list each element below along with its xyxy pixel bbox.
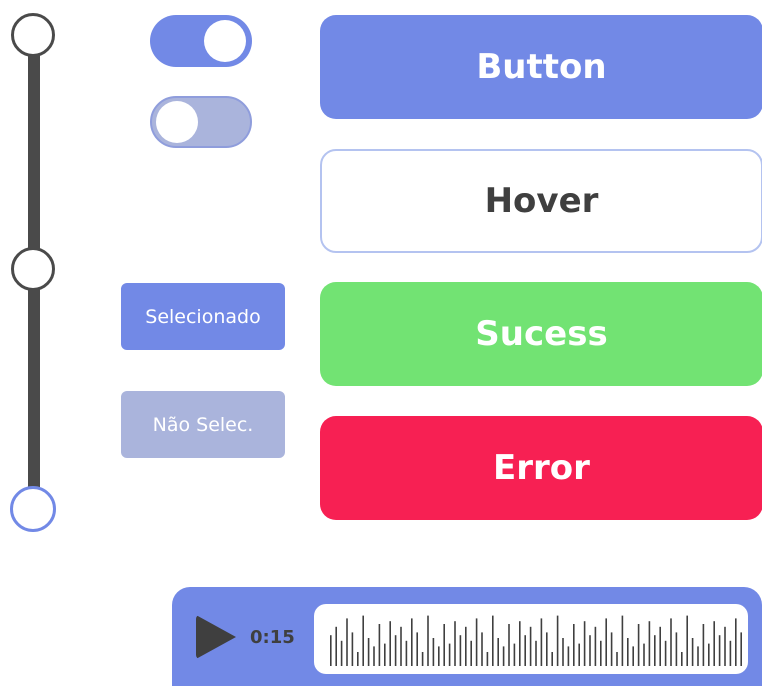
waveform-bar — [675, 632, 678, 666]
waveform-bars — [330, 615, 742, 666]
waveform-bar — [594, 626, 597, 666]
waveform-bar — [600, 640, 602, 666]
waveform-bar — [432, 638, 435, 666]
waveform-bar — [713, 621, 715, 666]
waveform-bar — [330, 635, 332, 666]
waveform-bar — [524, 635, 526, 666]
waveform-bar — [421, 652, 424, 666]
waveform-bar — [492, 615, 494, 666]
waveform-bar — [502, 646, 505, 666]
waveform-bar — [546, 632, 548, 666]
toggle-off[interactable] — [150, 96, 252, 148]
waveform-bar — [486, 652, 489, 666]
waveform-bar — [589, 635, 591, 666]
toggle-thumb — [204, 20, 246, 62]
waveform-bar — [562, 638, 564, 666]
success-button[interactable]: Sucess — [320, 282, 762, 386]
waveform-bar — [416, 632, 418, 666]
toggle-thumb — [156, 101, 198, 143]
waveform-bar — [459, 635, 462, 666]
waveform-bar — [529, 626, 532, 666]
slider-knob-bottom-selected[interactable] — [10, 486, 56, 532]
audio-player: 0:15 — [172, 587, 762, 686]
waveform-bar — [697, 646, 699, 666]
waveform-bar — [702, 624, 705, 666]
vertical-slider[interactable] — [0, 0, 70, 560]
waveform-bar — [362, 615, 364, 666]
waveform-bar — [465, 626, 467, 666]
waveform-bar — [384, 643, 386, 666]
waveform-bar — [340, 640, 343, 666]
waveform-bar — [724, 626, 726, 666]
waveform-bar — [567, 646, 570, 666]
waveform-bar — [373, 646, 375, 666]
waveform-bar — [578, 643, 580, 666]
waveform-bar — [691, 638, 694, 666]
waveform-bar — [427, 615, 429, 666]
waveform-bar — [686, 615, 688, 666]
waveform-bar — [664, 640, 667, 666]
waveform-bar — [454, 621, 456, 666]
waveform-bar — [346, 618, 348, 666]
waveform-bar — [616, 652, 618, 666]
waveform-bar — [681, 652, 683, 666]
waveform-bar — [632, 646, 634, 666]
waveform-bar — [438, 646, 440, 666]
waveform-bar — [394, 635, 397, 666]
waveform-bar — [573, 624, 575, 666]
waveform-bar — [621, 615, 624, 666]
waveform-bar — [551, 652, 553, 666]
waveform-bar — [648, 621, 651, 666]
waveform-bar — [351, 632, 354, 666]
waveform-bar — [443, 624, 445, 666]
primary-button[interactable]: Button — [320, 15, 762, 119]
audio-waveform[interactable] — [314, 604, 748, 674]
waveform-bar — [605, 618, 607, 666]
waveform-bar — [540, 618, 543, 666]
waveform-bar — [481, 632, 483, 666]
waveform-bar — [654, 635, 656, 666]
waveform-bar — [335, 626, 337, 666]
waveform-bar — [497, 638, 499, 666]
waveform-bar — [513, 643, 516, 666]
error-button[interactable]: Error — [320, 416, 762, 520]
waveform-bar — [400, 626, 402, 666]
waveform-bar — [708, 643, 710, 666]
waveform-bar — [519, 621, 521, 666]
play-icon[interactable] — [196, 615, 236, 659]
waveform-bar — [718, 635, 721, 666]
waveform-bar — [740, 632, 742, 666]
waveform-bar — [659, 626, 661, 666]
waveform-bar — [357, 652, 359, 666]
waveform-bar — [470, 640, 472, 666]
waveform-bar — [405, 640, 408, 666]
waveform-bar — [637, 624, 640, 666]
waveform-bar — [556, 615, 559, 666]
waveform-bar — [475, 618, 478, 666]
waveform-bar — [378, 624, 381, 666]
waveform-bar — [735, 618, 737, 666]
toggle-on[interactable] — [150, 15, 252, 67]
slider-knob-middle[interactable] — [11, 247, 55, 291]
waveform-bar — [729, 640, 732, 666]
waveform-bar — [583, 621, 586, 666]
waveform-bar — [389, 621, 391, 666]
waveform-bar — [535, 640, 537, 666]
waveform-bar — [508, 624, 510, 666]
waveform-bar — [367, 638, 370, 666]
audio-time: 0:15 — [250, 627, 295, 648]
waveform-bar — [627, 638, 629, 666]
slider-knob-top[interactable] — [11, 13, 55, 57]
waveform-bar — [411, 618, 413, 666]
waveform-bar — [643, 643, 645, 666]
waveform-bar — [448, 643, 451, 666]
waveform-bar — [670, 618, 672, 666]
waveform-bar — [610, 632, 613, 666]
select-box-selected[interactable]: Selecionado — [121, 283, 285, 350]
select-box-unselected[interactable]: Não Selec. — [121, 391, 285, 458]
hover-button[interactable]: Hover — [320, 149, 762, 253]
